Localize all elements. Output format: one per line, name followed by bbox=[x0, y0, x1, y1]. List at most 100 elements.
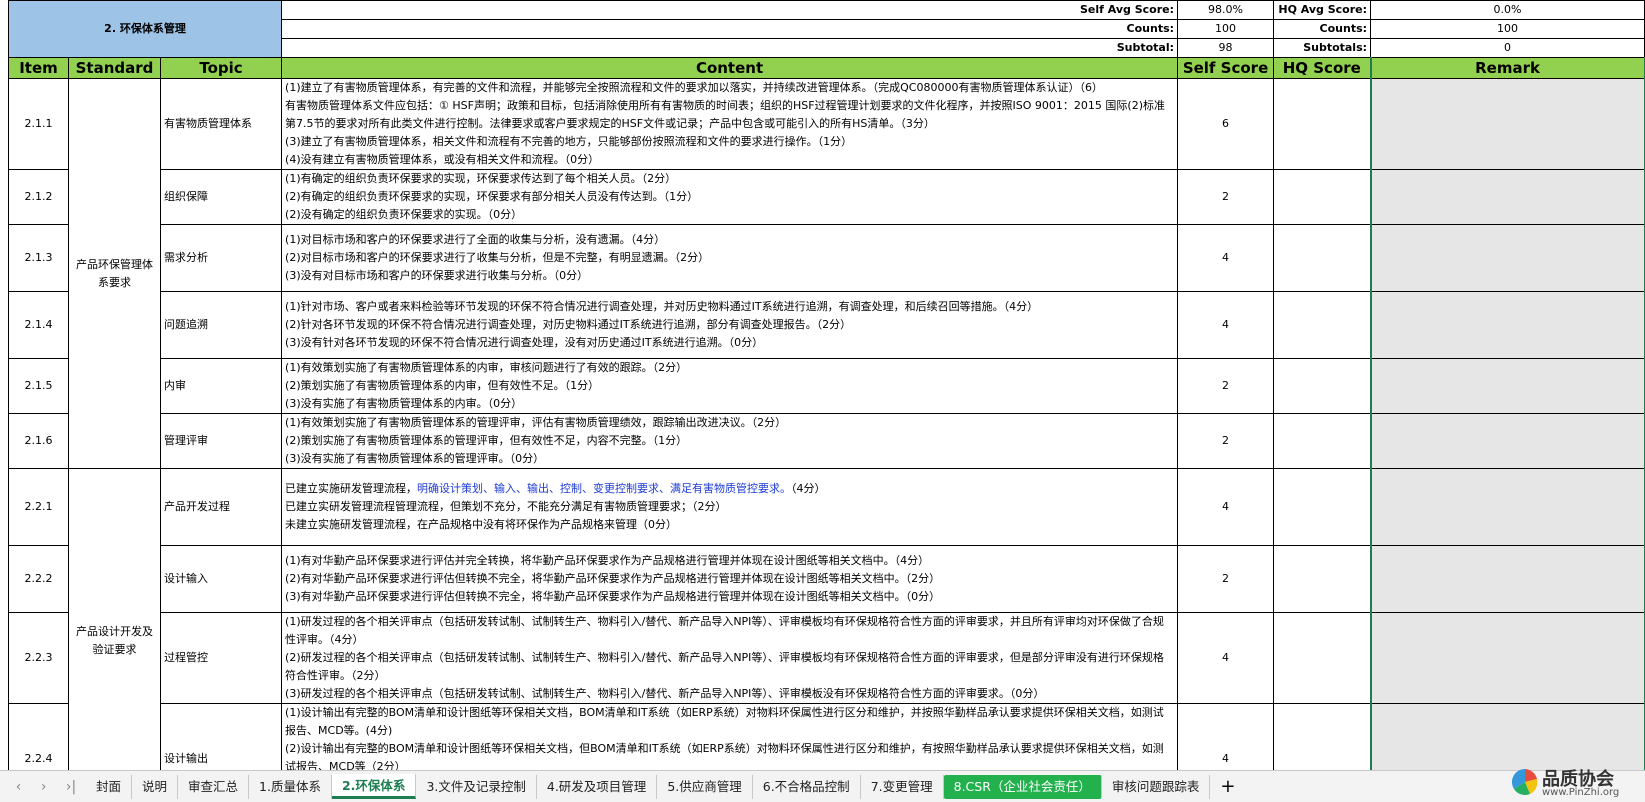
tab-quality-system[interactable]: 1.质量体系 bbox=[249, 774, 332, 799]
hq-subtotals-label[interactable]: Subtotals: bbox=[1273, 38, 1372, 58]
content-line: (2)针对各环节发现的环保不符合情况进行调查处理，对历史物料通过IT系统进行追溯… bbox=[285, 318, 852, 331]
col-header-remark[interactable]: Remark bbox=[1369, 57, 1645, 79]
topic-cell[interactable]: 问题追溯 bbox=[159, 291, 283, 359]
hq-score-cell[interactable] bbox=[1273, 413, 1372, 469]
topic-cell[interactable]: 组织保障 bbox=[159, 169, 283, 225]
col-header-item[interactable]: Item bbox=[8, 57, 69, 79]
content-cell[interactable]: (1)研发过程的各个相关评审点（包括研发转试制、试制转生产、物料引入/替代、新产… bbox=[281, 612, 1179, 704]
remark-cell[interactable] bbox=[1369, 358, 1645, 414]
col-header-hq-score[interactable]: HQ Score bbox=[1273, 57, 1372, 79]
add-sheet-icon[interactable]: + bbox=[1210, 776, 1245, 797]
content-cell[interactable]: (1)建立了有害物质管理体系，有完善的文件和流程，并能够完全按照流程和文件的要求… bbox=[281, 78, 1179, 170]
counts-label[interactable]: Counts: bbox=[281, 19, 1179, 39]
remark-cell[interactable] bbox=[1369, 169, 1645, 225]
remark-cell[interactable] bbox=[1369, 78, 1645, 170]
tab-csr[interactable]: 8.CSR（企业社会责任） bbox=[943, 774, 1102, 799]
hq-score-cell[interactable] bbox=[1273, 468, 1372, 546]
content-line: 已建立实施研发管理流程，明确设计策划、输入、输出、控制、变更控制要求、满足有害物… bbox=[285, 480, 1174, 498]
hq-score-cell[interactable] bbox=[1273, 224, 1372, 292]
subtotal-label[interactable]: Subtotal: bbox=[281, 38, 1179, 58]
hq-score-cell[interactable] bbox=[1273, 358, 1372, 414]
content-cell[interactable]: (1)有效策划实施了有害物质管理体系的管理评审，评估有害物质管理绩效，跟踪输出改… bbox=[281, 413, 1179, 469]
content-cell[interactable]: (1)对目标市场和客户的环保要求进行了全面的收集与分析，没有遗漏。（4分） (2… bbox=[281, 224, 1179, 292]
self-avg-value[interactable]: 98.0% bbox=[1177, 0, 1275, 20]
tab-rd-project[interactable]: 4.研发及项目管理 bbox=[537, 774, 658, 799]
self-score-cell[interactable]: 4 bbox=[1177, 703, 1275, 770]
topic-cell[interactable]: 设计输出 bbox=[159, 703, 283, 770]
topic-cell[interactable]: 内审 bbox=[159, 358, 283, 414]
col-header-standard[interactable]: Standard bbox=[68, 57, 161, 79]
topic-cell[interactable]: 过程管控 bbox=[159, 612, 283, 704]
standard-cell[interactable]: 产品设计开发及验证要求 bbox=[68, 468, 161, 770]
self-score-cell[interactable]: 4 bbox=[1177, 468, 1275, 546]
content-cell[interactable]: (1)有对华勤产品环保要求进行评估并完全转换，将华勤产品环保要求作为产品规格进行… bbox=[281, 545, 1179, 613]
item-cell[interactable]: 2.2.4 bbox=[8, 703, 69, 770]
self-score-cell[interactable]: 4 bbox=[1177, 291, 1275, 359]
nav-last-icon[interactable]: ›| bbox=[66, 779, 76, 795]
self-score-cell[interactable]: 6 bbox=[1177, 78, 1275, 170]
content-cell[interactable]: 已建立实施研发管理流程，明确设计策划、输入、输出、控制、变更控制要求、满足有害物… bbox=[281, 468, 1179, 546]
remark-cell[interactable] bbox=[1369, 224, 1645, 292]
remark-cell[interactable] bbox=[1369, 291, 1645, 359]
hq-score-cell[interactable] bbox=[1273, 545, 1372, 613]
hq-score-cell[interactable] bbox=[1273, 612, 1372, 704]
self-score-cell[interactable]: 4 bbox=[1177, 224, 1275, 292]
col-header-topic[interactable]: Topic bbox=[159, 57, 283, 79]
remark-cell[interactable] bbox=[1369, 612, 1645, 704]
item-cell[interactable]: 2.1.1 bbox=[8, 78, 69, 170]
hq-score-cell[interactable] bbox=[1273, 291, 1372, 359]
item-cell[interactable]: 2.2.2 bbox=[8, 545, 69, 613]
hq-subtotals-value[interactable]: 0 bbox=[1370, 38, 1645, 58]
hq-counts-label[interactable]: Counts: bbox=[1273, 19, 1372, 39]
subtotal-value[interactable]: 98 bbox=[1177, 38, 1275, 58]
item-cell[interactable]: 2.1.5 bbox=[8, 358, 69, 414]
counts-value[interactable]: 100 bbox=[1177, 19, 1275, 39]
hq-score-cell[interactable] bbox=[1273, 78, 1372, 170]
item-cell[interactable]: 2.1.4 bbox=[8, 291, 69, 359]
hq-avg-value[interactable]: 0.0% bbox=[1370, 0, 1645, 20]
self-score-cell[interactable]: 2 bbox=[1177, 413, 1275, 469]
tab-issue-tracking[interactable]: 审核问题跟踪表 bbox=[1102, 774, 1211, 799]
tab-audit-summary[interactable]: 审查汇总 bbox=[178, 774, 250, 799]
item-cell[interactable]: 2.2.3 bbox=[8, 612, 69, 704]
self-score-cell[interactable]: 2 bbox=[1177, 169, 1275, 225]
tab-instructions[interactable]: 说明 bbox=[132, 774, 179, 799]
self-score-cell[interactable]: 2 bbox=[1177, 545, 1275, 613]
item-cell[interactable]: 2.1.6 bbox=[8, 413, 69, 469]
self-score-cell[interactable]: 2 bbox=[1177, 358, 1275, 414]
tab-supplier-management[interactable]: 5.供应商管理 bbox=[657, 774, 753, 799]
hq-avg-label[interactable]: HQ Avg Score: bbox=[1273, 0, 1372, 20]
tab-change-management[interactable]: 7.变更管理 bbox=[861, 774, 944, 799]
remark-cell[interactable] bbox=[1369, 413, 1645, 469]
item-cell[interactable]: 2.1.3 bbox=[8, 224, 69, 292]
sheet-title[interactable]: 2. 环保体系管理 bbox=[7, 0, 283, 58]
tab-document-control[interactable]: 3.文件及记录控制 bbox=[416, 774, 537, 799]
tab-nonconforming-control[interactable]: 6.不合格品控制 bbox=[753, 774, 861, 799]
nav-next-icon[interactable]: › bbox=[41, 779, 47, 795]
item-cell[interactable]: 2.2.1 bbox=[8, 468, 69, 546]
content-line: (2)有确定的组织负责环保要求的实现，环保要求有部分相关人员没有传达到。（1分） bbox=[285, 190, 699, 203]
col-header-self-score[interactable]: Self Score bbox=[1177, 57, 1275, 79]
remark-cell[interactable] bbox=[1369, 545, 1645, 613]
tab-environmental-system[interactable]: 2.环保体系 bbox=[331, 774, 417, 799]
topic-cell[interactable]: 有害物质管理体系 bbox=[159, 78, 283, 170]
nav-prev-icon[interactable]: ‹ bbox=[16, 779, 22, 795]
content-cell[interactable]: (1)设计输出有完整的BOM清单和设计图纸等环保相关文档，BOM清单和IT系统（… bbox=[281, 703, 1179, 770]
hq-counts-value[interactable]: 100 bbox=[1370, 19, 1645, 39]
hq-score-cell[interactable] bbox=[1273, 703, 1372, 770]
content-cell[interactable]: (1)有确定的组织负责环保要求的实现，环保要求传达到了每个相关人员。（2分） (… bbox=[281, 169, 1179, 225]
content-cell[interactable]: (1)针对市场、客户或者来料检验等环节发现的环保不符合情况进行调查处理，并对历史… bbox=[281, 291, 1179, 359]
col-header-content[interactable]: Content bbox=[281, 57, 1179, 79]
self-avg-label[interactable]: Self Avg Score: bbox=[281, 0, 1179, 20]
topic-cell[interactable]: 管理评审 bbox=[159, 413, 283, 469]
standard-cell[interactable]: 产品环保管理体系要求 bbox=[68, 78, 161, 469]
topic-cell[interactable]: 需求分析 bbox=[159, 224, 283, 292]
tab-cover[interactable]: 封面 bbox=[86, 774, 133, 799]
topic-cell[interactable]: 产品开发过程 bbox=[159, 468, 283, 546]
item-cell[interactable]: 2.1.2 bbox=[8, 169, 69, 225]
hq-score-cell[interactable] bbox=[1273, 169, 1372, 225]
content-cell[interactable]: (1)有效策划实施了有害物质管理体系的内审，审核问题进行了有效的跟踪。（2分） … bbox=[281, 358, 1179, 414]
topic-cell[interactable]: 设计输入 bbox=[159, 545, 283, 613]
remark-cell[interactable] bbox=[1369, 468, 1645, 546]
self-score-cell[interactable]: 4 bbox=[1177, 612, 1275, 704]
